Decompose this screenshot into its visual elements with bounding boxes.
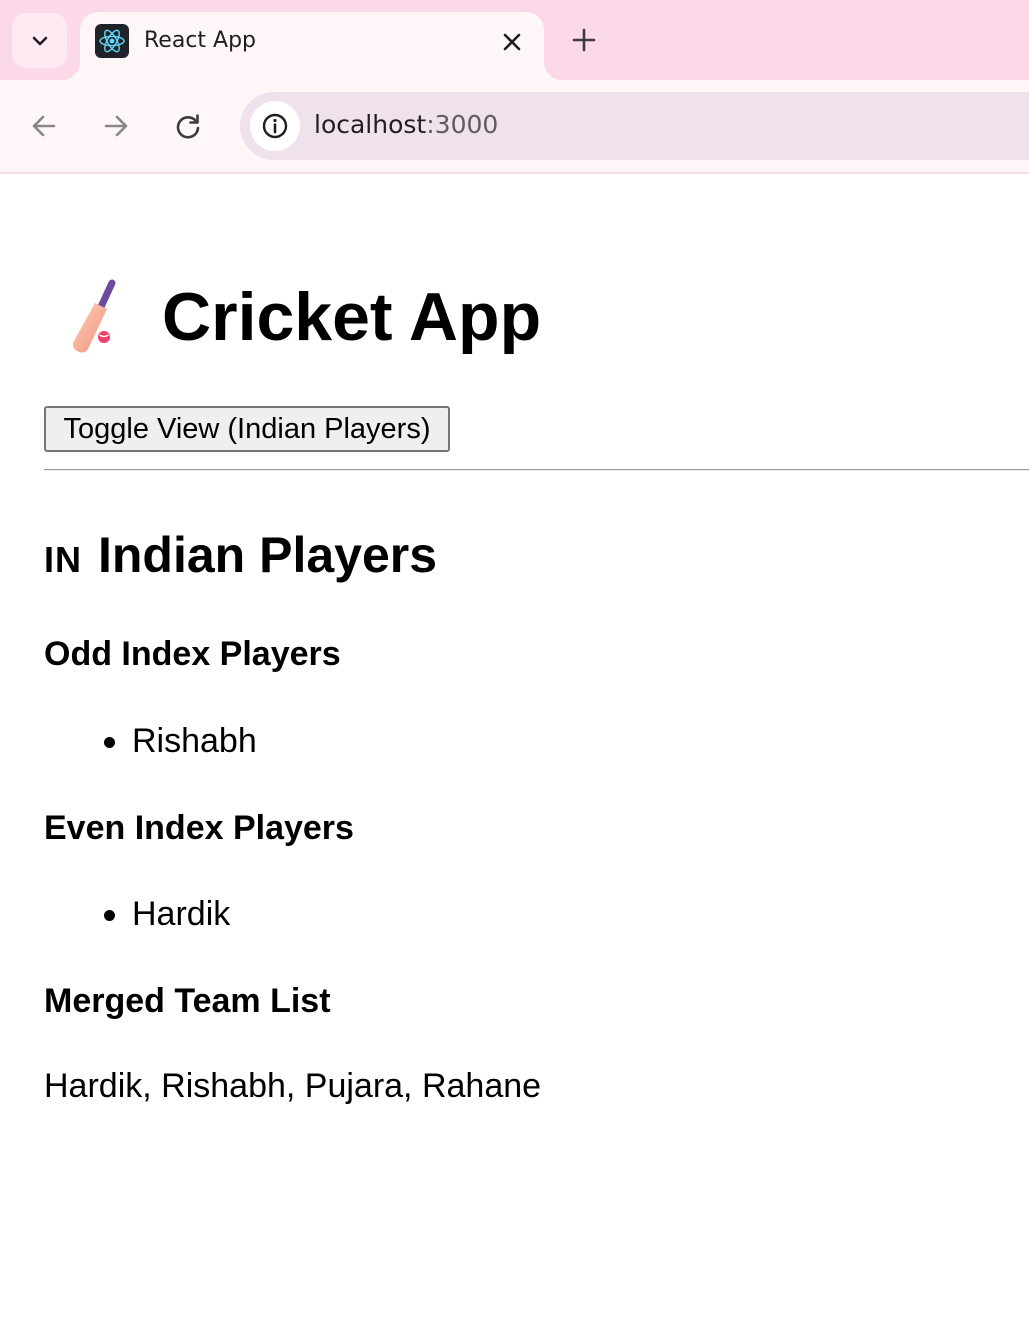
reload-icon [176, 114, 200, 139]
player-name: Rishabh [132, 722, 257, 760]
toggle-view-button[interactable]: Toggle View (Indian Players) [44, 406, 450, 452]
tab-title: React App [144, 28, 257, 53]
info-icon [262, 113, 288, 139]
back-button[interactable] [24, 106, 64, 146]
list-item: Rishabh [0, 722, 257, 761]
cricket-bat-icon [73, 279, 116, 353]
site-info-button[interactable] [250, 101, 300, 151]
new-tab-button[interactable] [566, 22, 602, 58]
chevron-down-icon [32, 36, 47, 45]
tab-close-button[interactable] [496, 26, 528, 58]
section-title: IN Indian Players [44, 526, 437, 584]
even-players-heading: Even Index Players [44, 809, 354, 847]
page-title: Cricket App [62, 278, 541, 356]
divider [44, 469, 1029, 471]
bullet-icon [104, 910, 115, 921]
forward-button[interactable] [96, 106, 136, 146]
merged-team-list: Hardik, Rishabh, Pujara, Rahane [44, 1067, 542, 1105]
react-logo-icon [95, 24, 129, 58]
reload-button[interactable] [168, 106, 208, 146]
section-title-text: Indian Players [98, 527, 438, 583]
arrow-right-icon [104, 115, 128, 137]
browser-tab[interactable]: React App [80, 12, 544, 80]
odd-players-list: Rishabh [0, 722, 257, 761]
page-title-text: Cricket App [162, 279, 542, 355]
address-bar[interactable]: localhost:3000 [240, 92, 1029, 160]
url-host: localhost [314, 110, 427, 139]
browser-toolbar: localhost:3000 [0, 80, 1029, 174]
odd-players-heading: Odd Index Players [44, 635, 341, 673]
url-text[interactable]: localhost:3000 [314, 110, 498, 139]
player-name: Hardik [132, 895, 231, 933]
india-flag-icon: IN [44, 539, 82, 580]
tab-search-button[interactable] [12, 13, 67, 68]
bullet-icon [104, 737, 115, 748]
arrow-left-icon [32, 115, 56, 137]
plus-icon [572, 28, 596, 52]
list-item: Hardik [0, 895, 230, 934]
page-content: Cricket App Toggle View (Indian Players)… [0, 174, 1029, 1332]
close-icon [503, 33, 521, 51]
merged-team-heading: Merged Team List [44, 982, 331, 1020]
even-players-list: Hardik [0, 895, 230, 934]
url-port: :3000 [426, 110, 499, 139]
tab-strip: React App [0, 0, 1029, 80]
